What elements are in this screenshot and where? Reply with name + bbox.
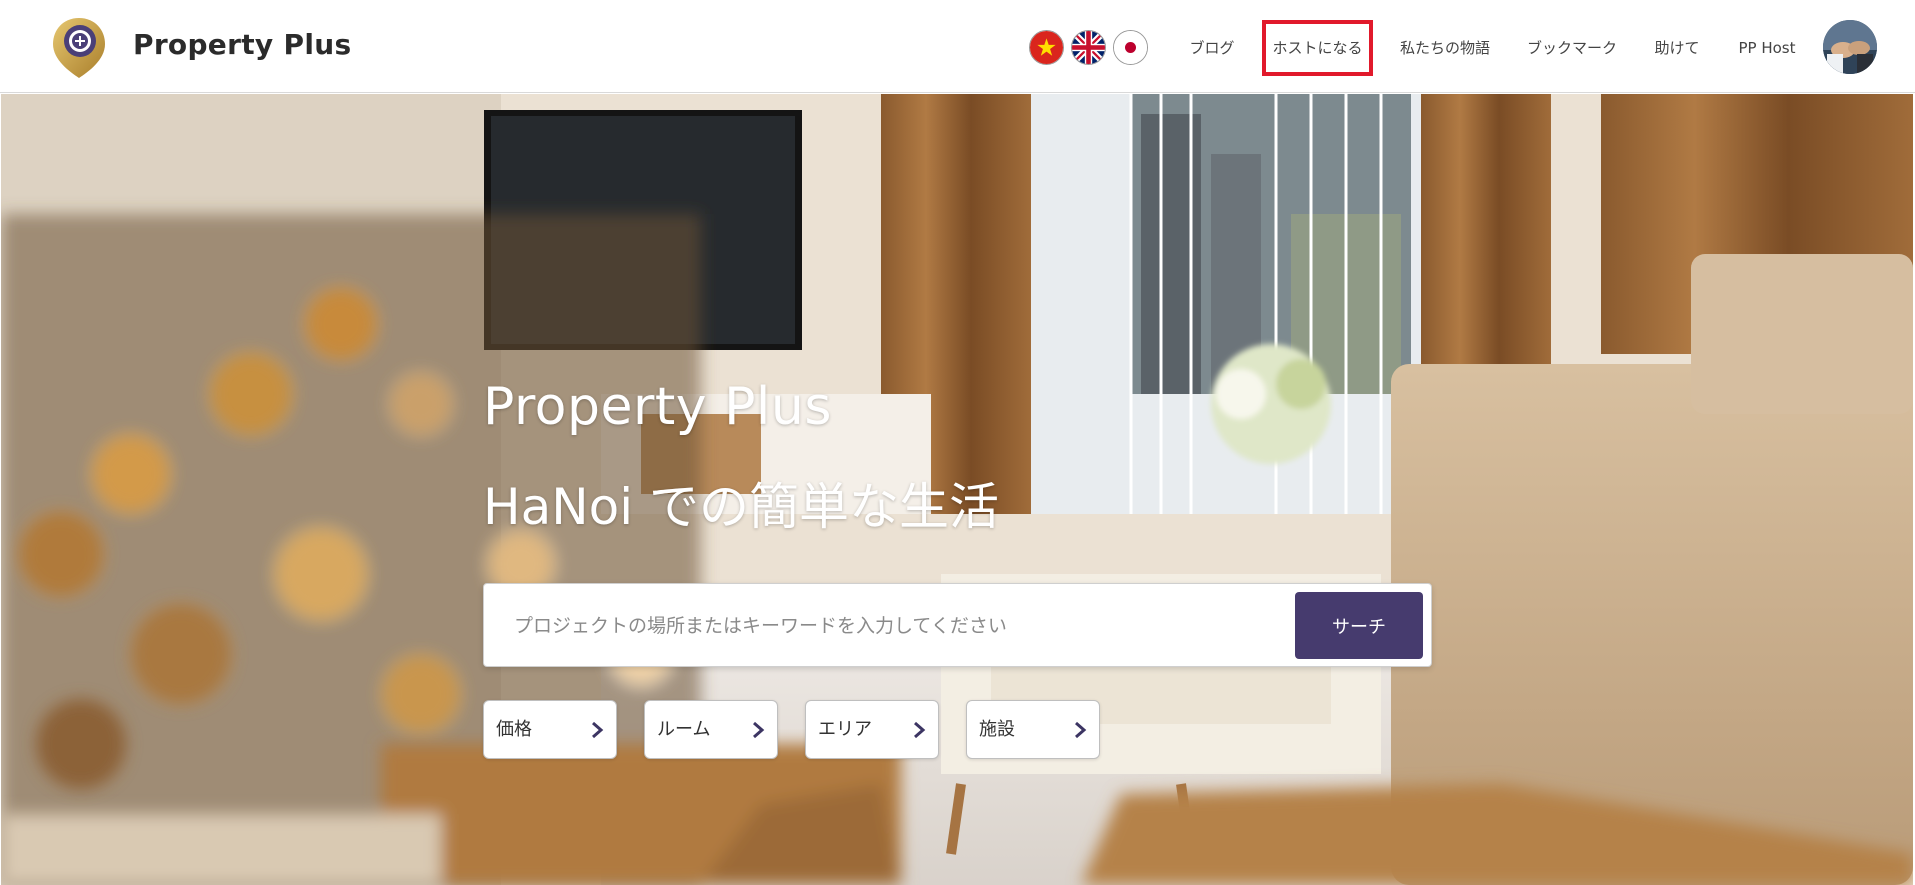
hero-subtitle: HaNoi での簡単な生活 bbox=[483, 478, 1000, 536]
uk-flag-icon[interactable] bbox=[1071, 30, 1106, 65]
filter-price-button[interactable]: 価格 bbox=[483, 700, 617, 759]
user-avatar[interactable] bbox=[1823, 20, 1877, 74]
filter-facilities-button[interactable]: 施設 bbox=[966, 700, 1100, 759]
nav-pp-host[interactable]: PP Host bbox=[1735, 20, 1799, 76]
nav-help[interactable]: 助けて bbox=[1654, 20, 1700, 76]
hero-title: Property Plus bbox=[483, 377, 832, 437]
filter-label: 価格 bbox=[496, 719, 532, 740]
search-button[interactable]: サーチ bbox=[1295, 592, 1423, 659]
chevron-right-icon bbox=[914, 721, 926, 739]
search-bar: サーチ bbox=[483, 583, 1432, 667]
top-navbar: Property Plus ブログ ホストになる 私たちの物語 ブックマーク 助… bbox=[0, 0, 1915, 93]
property-plus-logo-icon[interactable] bbox=[50, 16, 108, 80]
chevron-right-icon bbox=[1075, 721, 1087, 739]
hero-section: Property Plus HaNoi での簡単な生活 サーチ 価格 ルーム エ… bbox=[1, 94, 1913, 885]
vietnam-flag-icon[interactable] bbox=[1029, 30, 1064, 65]
nav-our-story[interactable]: 私たちの物語 bbox=[1400, 20, 1490, 76]
nav-bookmark[interactable]: ブックマーク bbox=[1527, 20, 1617, 76]
nav-blog[interactable]: ブログ bbox=[1189, 20, 1235, 76]
brand-name[interactable]: Property Plus bbox=[133, 28, 351, 61]
filter-label: エリア bbox=[818, 719, 872, 740]
nav-become-host[interactable]: ホストになる bbox=[1262, 20, 1373, 76]
filter-room-button[interactable]: ルーム bbox=[644, 700, 778, 759]
filter-label: 施設 bbox=[979, 719, 1015, 740]
chevron-right-icon bbox=[592, 721, 604, 739]
filter-label: ルーム bbox=[657, 719, 711, 740]
chevron-right-icon bbox=[753, 721, 765, 739]
search-input[interactable] bbox=[514, 606, 1294, 646]
filter-area-button[interactable]: エリア bbox=[805, 700, 939, 759]
japan-flag-icon[interactable] bbox=[1113, 30, 1148, 65]
